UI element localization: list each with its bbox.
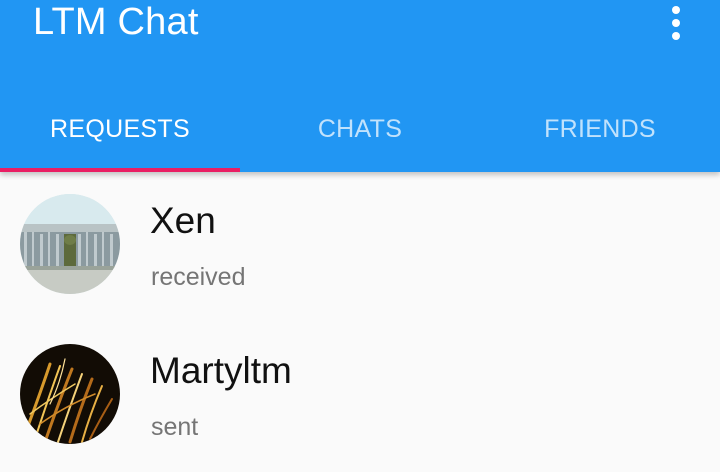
avatar	[20, 194, 120, 294]
tab-friends[interactable]: FRIENDS	[480, 84, 720, 172]
contact-name: Xen	[150, 200, 216, 241]
app-title: LTM Chat	[33, 1, 199, 43]
tab-chats[interactable]: CHATS	[240, 84, 480, 172]
avatar	[20, 344, 120, 444]
request-status: received	[151, 263, 246, 291]
list-item[interactable]: Xen received	[0, 172, 720, 322]
tab-requests[interactable]: REQUESTS	[0, 84, 240, 172]
request-status: sent	[151, 413, 199, 441]
list-item[interactable]: Martyltm sent	[0, 322, 720, 472]
more-options-button[interactable]	[660, 4, 692, 42]
contact-name: Martyltm	[150, 350, 292, 391]
app-bar: LTM Chat REQUESTS CHATS FRIENDS	[0, 0, 720, 172]
tab-bar: REQUESTS CHATS FRIENDS	[0, 84, 720, 172]
